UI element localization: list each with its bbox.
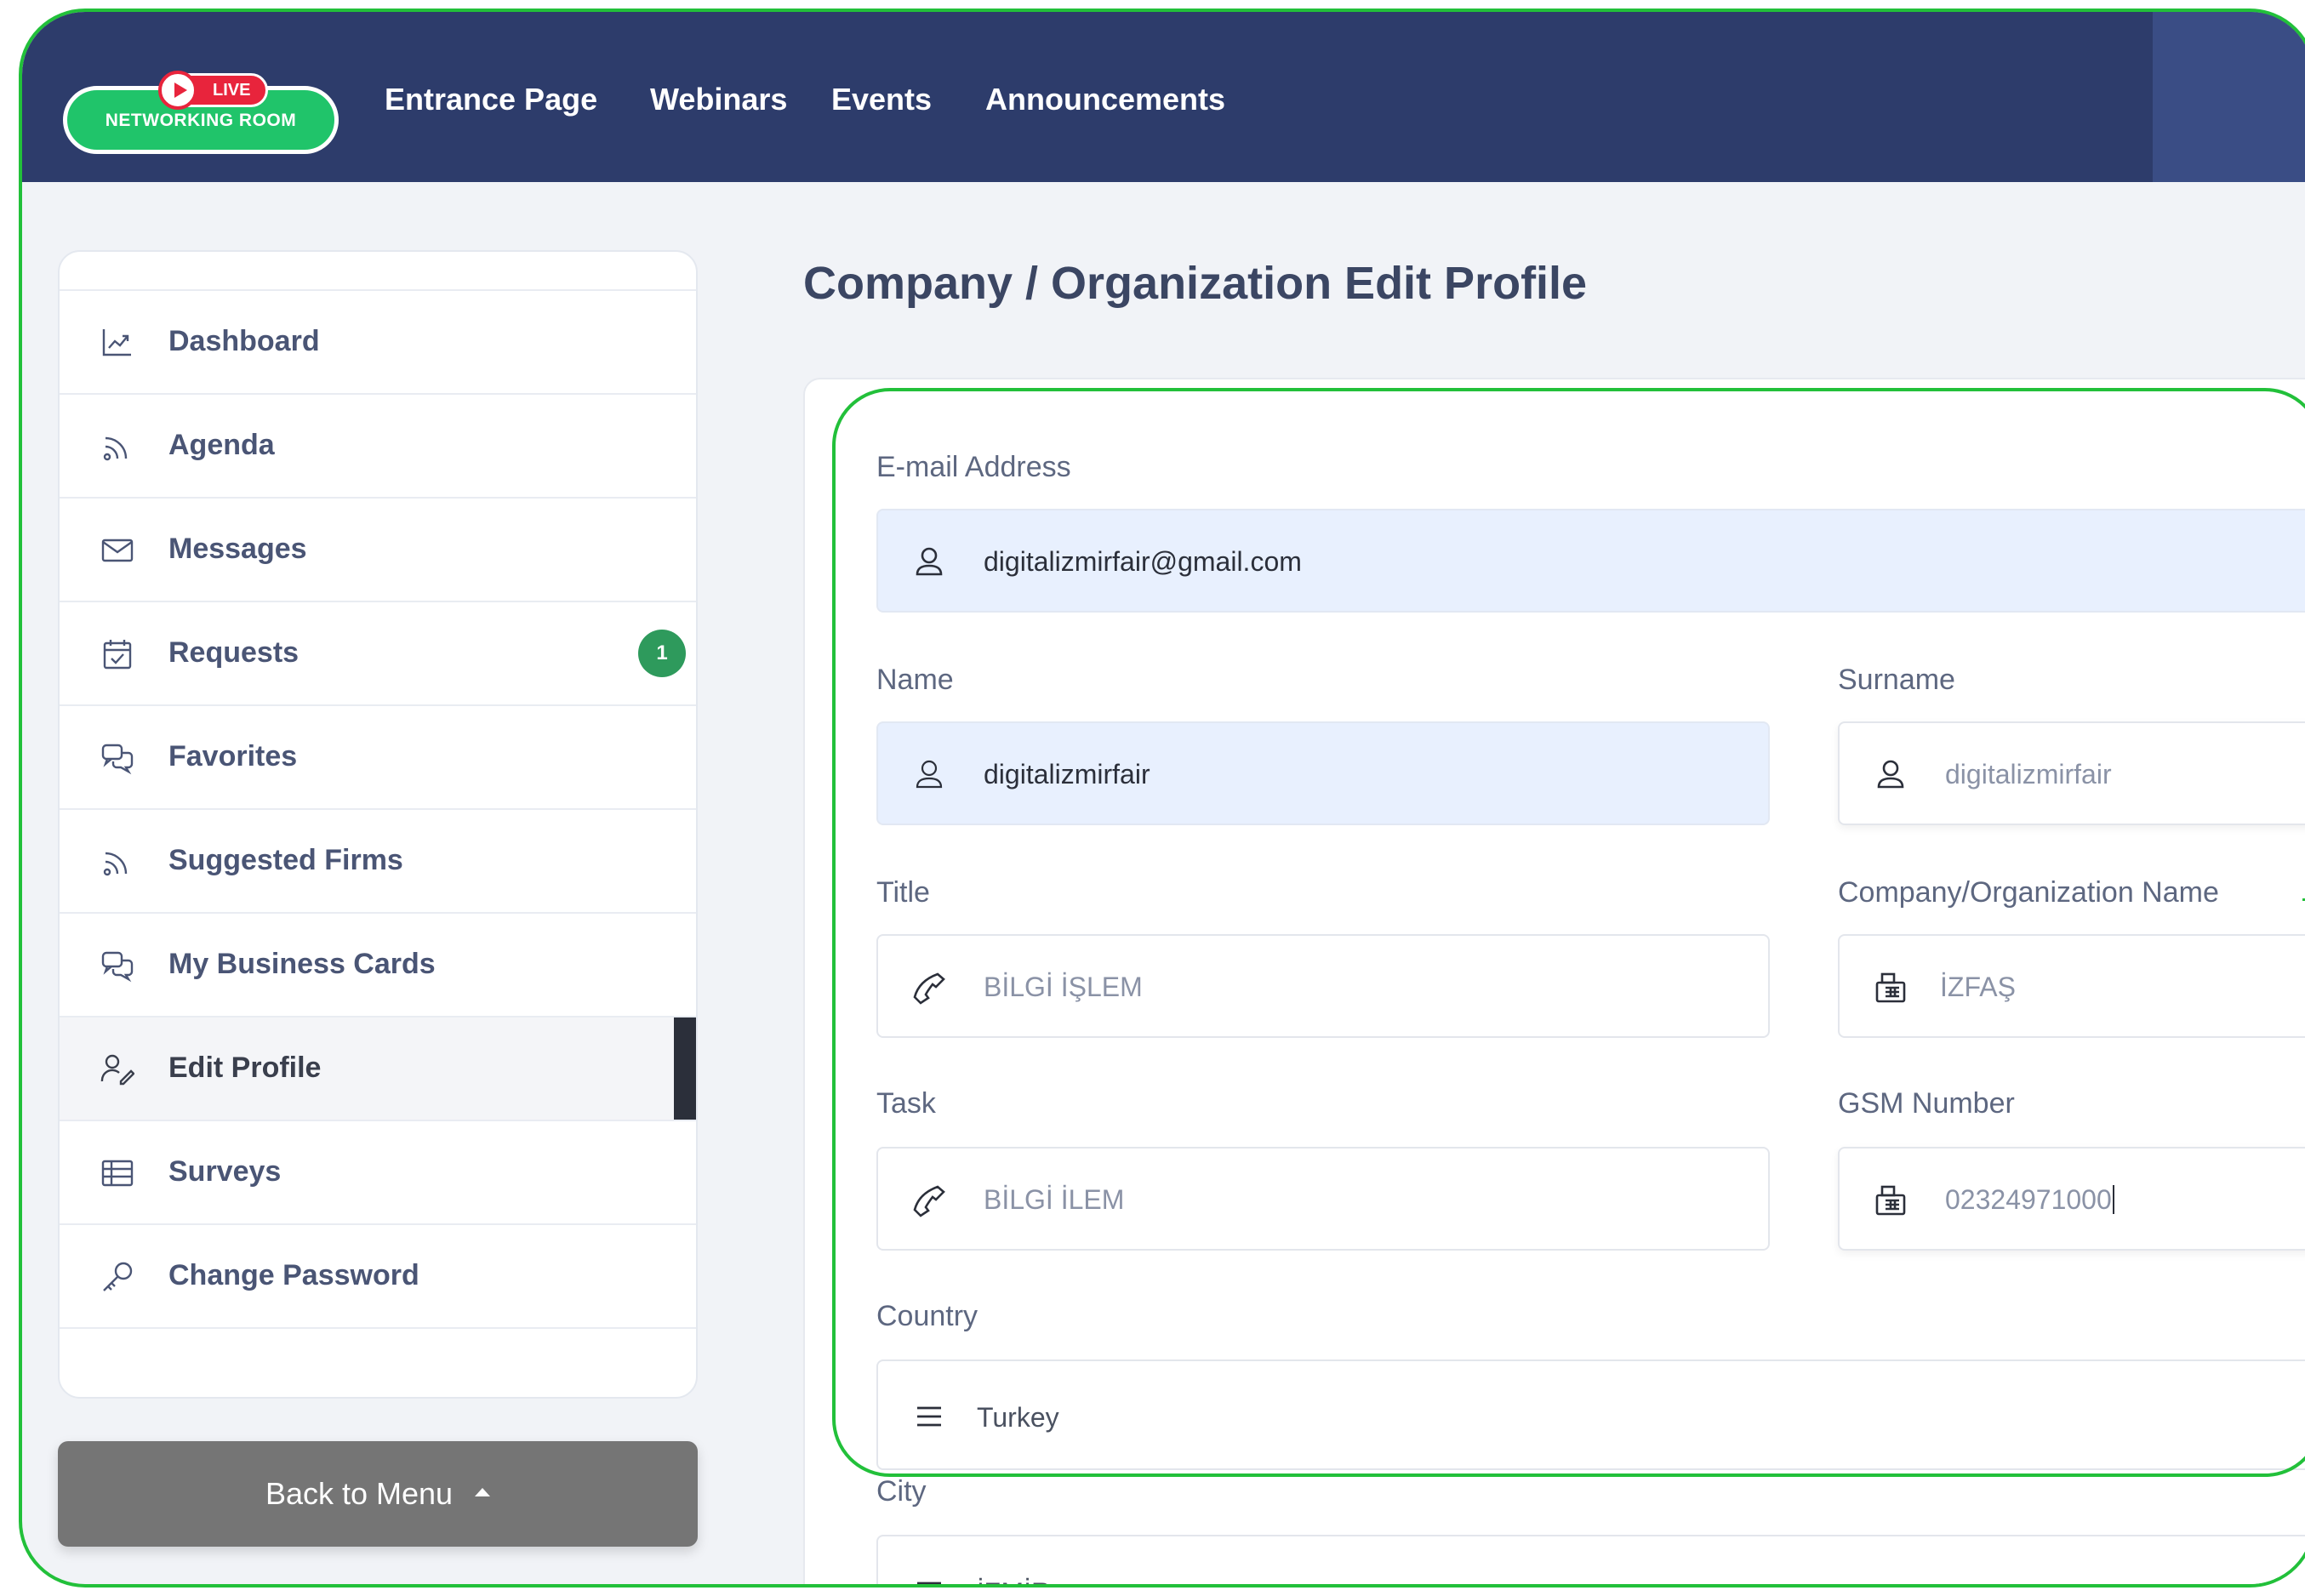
- play-icon: [158, 71, 197, 110]
- surname-field[interactable]: digitalizmirfair: [1838, 721, 2305, 825]
- sidebar-item-agenda[interactable]: Agenda: [60, 393, 696, 497]
- envelope-icon: [100, 533, 134, 567]
- live-badge-label: LIVE: [213, 81, 251, 100]
- name-value: digitalizmirfair: [984, 759, 1150, 789]
- sidebar-item-favorites[interactable]: Favorites: [60, 704, 696, 808]
- page-title: Company / Organization Edit Profile: [803, 258, 1588, 309]
- sidebar-item-surveys[interactable]: Surveys: [60, 1120, 696, 1223]
- gsm-label: GSM Number: [1838, 1087, 2015, 1120]
- sidebar-item-label: Suggested Firms: [168, 844, 403, 876]
- title-label: Title: [876, 876, 930, 909]
- user-edit-icon: [100, 1052, 134, 1086]
- name-label: Name: [876, 664, 954, 696]
- country-value: Turkey: [977, 1402, 1059, 1433]
- logo-text: NETWORKING ROOM: [105, 111, 297, 130]
- sidebar-item-label: Requests: [168, 636, 300, 669]
- app-frame: LIVE NETWORKING ROOM Entrance Page Webin…: [19, 9, 2305, 1587]
- top-navigation-bar: LIVE NETWORKING ROOM Entrance Page Webin…: [22, 12, 2305, 182]
- rss-icon: [100, 845, 134, 879]
- task-value: BİLGİ İLEM: [984, 1184, 1125, 1215]
- email-field[interactable]: digitalizmirfair@gmail.com: [876, 509, 2305, 613]
- user-icon: [1874, 758, 1908, 792]
- gsm-field[interactable]: 02324971000: [1838, 1147, 2305, 1251]
- company-field[interactable]: İZFAŞ: [1838, 934, 2305, 1038]
- chart-icon: [100, 326, 134, 360]
- nav-events[interactable]: Events: [831, 82, 932, 117]
- task-field[interactable]: BİLGİ İLEM: [876, 1147, 1770, 1251]
- sidebar-item-requests[interactable]: Requests 1: [60, 601, 696, 704]
- name-field[interactable]: digitalizmirfair: [876, 721, 1770, 825]
- nav-webinars[interactable]: Webinars: [650, 82, 787, 117]
- phone-icon: [912, 971, 946, 1005]
- back-to-menu-button[interactable]: Back to Menu: [58, 1441, 698, 1547]
- sidebar-item-label: Surveys: [168, 1155, 282, 1188]
- menu-lines-icon: [912, 1575, 946, 1584]
- country-select[interactable]: Turkey: [876, 1359, 2305, 1470]
- chat-bubbles-icon: [100, 949, 134, 983]
- sidebar-item-label: Agenda: [168, 429, 275, 461]
- task-label: Task: [876, 1087, 936, 1120]
- sidebar-item-my-business-cards[interactable]: My Business Cards: [60, 912, 696, 1016]
- active-indicator: [674, 1017, 696, 1121]
- sidebar-item-label: Dashboard: [168, 325, 320, 357]
- sidebar-item-label: Edit Profile: [168, 1052, 322, 1084]
- country-label: Country: [876, 1300, 978, 1332]
- fax-icon: [1874, 1183, 1908, 1217]
- user-icon: [912, 545, 946, 579]
- company-value: İZFAŞ: [1940, 972, 2016, 1002]
- sidebar-item-suggested-firms[interactable]: Suggested Firms: [60, 808, 696, 912]
- caret-up-icon: [475, 1488, 491, 1497]
- text-cursor: [2112, 1185, 2114, 1214]
- nav-entrance-page[interactable]: Entrance Page: [385, 82, 597, 117]
- sidebar-item-label: Messages: [168, 533, 307, 565]
- top-bar-right-panel: [2153, 12, 2305, 182]
- sidebar-item-messages[interactable]: Messages: [60, 497, 696, 601]
- sidebar-item-dashboard[interactable]: Dashboard: [60, 289, 696, 393]
- title-value: BİLGİ İŞLEM: [984, 972, 1143, 1002]
- rss-icon: [100, 430, 134, 464]
- back-to-menu-label: Back to Menu: [265, 1476, 454, 1511]
- gsm-value-wrap: 02324971000: [1945, 1184, 2114, 1216]
- sidebar-item-label: Change Password: [168, 1259, 419, 1291]
- email-label: E-mail Address: [876, 451, 1071, 483]
- table-icon: [100, 1156, 134, 1190]
- surname-label: Surname: [1838, 664, 1955, 696]
- chat-bubbles-icon: [100, 741, 134, 775]
- calendar-check-icon: [100, 637, 134, 671]
- city-select[interactable]: İZMİR: [876, 1535, 2305, 1584]
- email-value: digitalizmirfair@gmail.com: [984, 546, 1302, 577]
- city-label: City: [876, 1475, 927, 1508]
- requests-count-badge: 1: [638, 630, 686, 677]
- title-field[interactable]: BİLGİ İŞLEM: [876, 934, 1770, 1038]
- surname-value: digitalizmirfair: [1945, 759, 2112, 789]
- networking-room-logo[interactable]: LIVE NETWORKING ROOM: [63, 71, 339, 154]
- key-icon: [100, 1260, 134, 1294]
- fax-icon: [1874, 971, 1908, 1005]
- sidebar-item-label: My Business Cards: [168, 948, 436, 980]
- user-icon: [912, 758, 946, 792]
- sidebar-item-edit-profile[interactable]: Edit Profile: [60, 1016, 696, 1121]
- city-value: İZMİR: [977, 1577, 1051, 1584]
- gsm-value: 02324971000: [1945, 1184, 2112, 1215]
- live-badge: LIVE: [158, 71, 269, 110]
- company-label: Company/Organization Name: [1838, 876, 2219, 909]
- sidebar-item-label: Favorites: [168, 740, 298, 772]
- phone-icon: [912, 1183, 946, 1217]
- sidebar-menu: Dashboard Agenda Messages Requests 1 Fav…: [58, 250, 698, 1399]
- sidebar-item-change-password[interactable]: Change Password: [60, 1223, 696, 1327]
- nav-announcements[interactable]: Announcements: [985, 82, 1225, 117]
- menu-lines-icon: [912, 1399, 946, 1434]
- sidebar-empty-row: [60, 1327, 696, 1397]
